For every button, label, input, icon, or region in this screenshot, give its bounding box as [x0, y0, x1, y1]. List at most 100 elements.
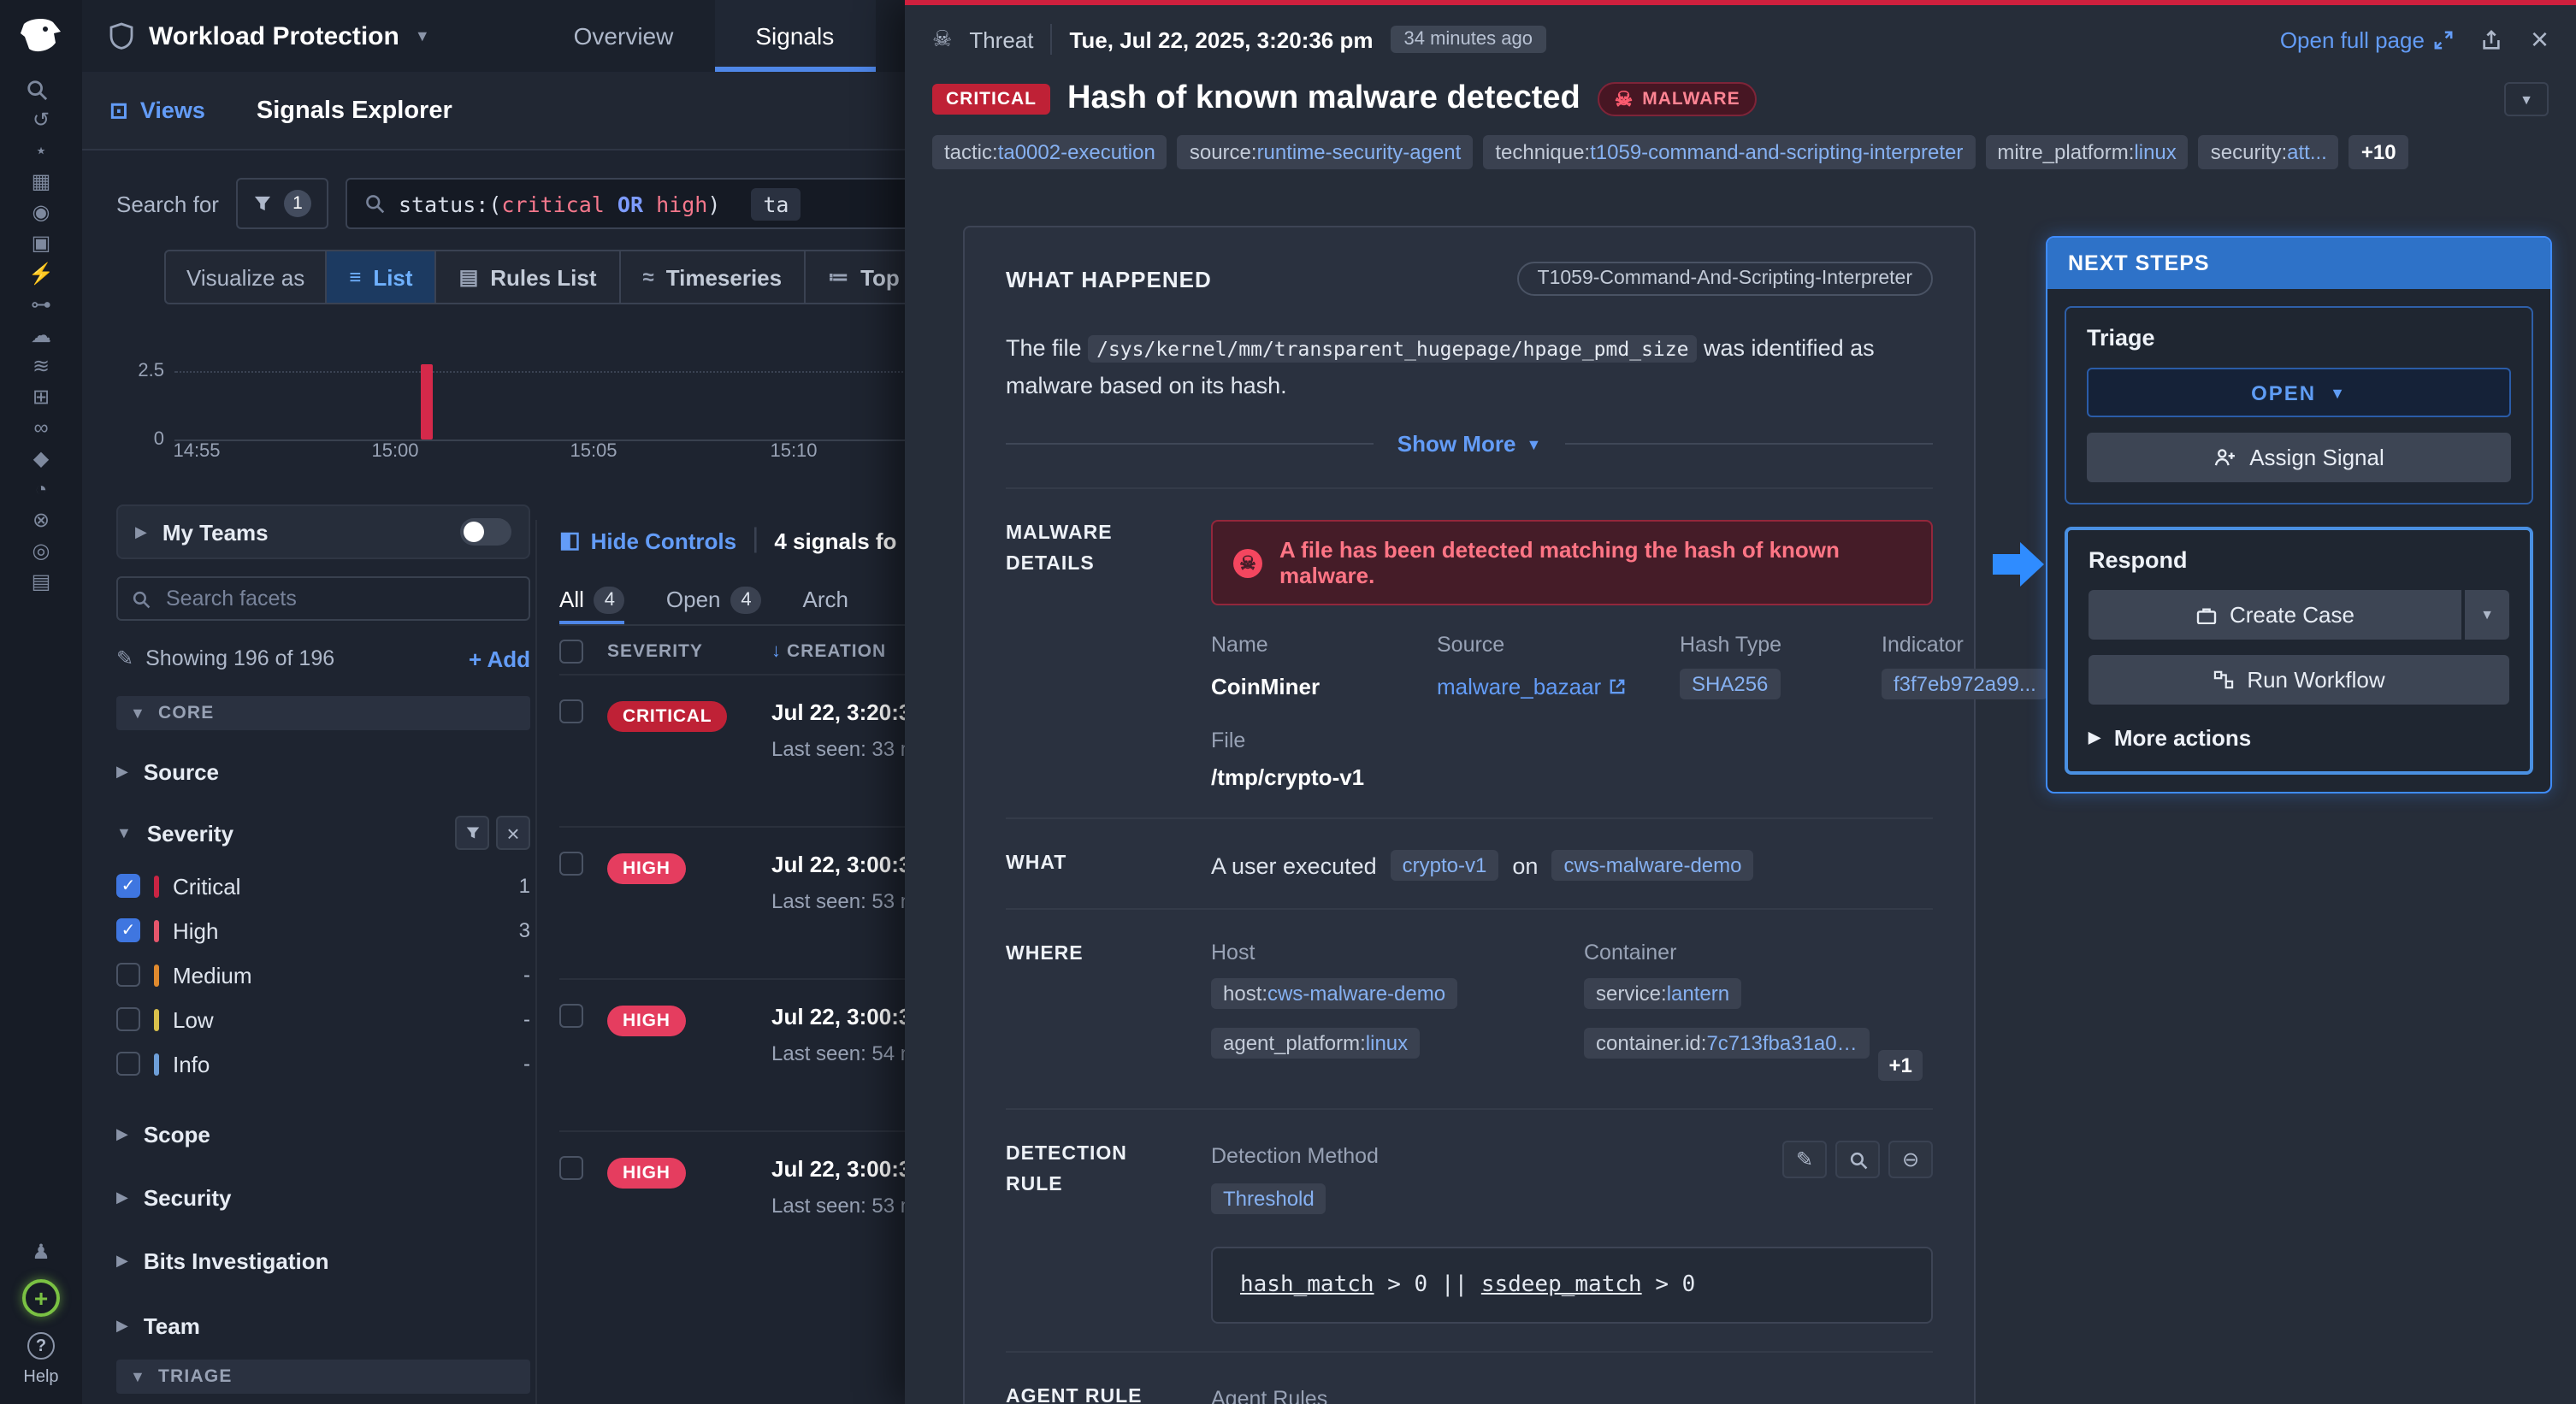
add-new-icon[interactable]: +: [22, 1279, 60, 1317]
infrastructure-icon[interactable]: ☁: [26, 325, 56, 347]
tab-overview[interactable]: Overview: [533, 0, 715, 72]
containers-icon[interactable]: ▤: [26, 571, 56, 593]
container-id-tag[interactable]: container.id:7c713fba31a0b...: [1584, 1028, 1870, 1059]
profiling-icon[interactable]: ◎: [26, 540, 56, 563]
create-case-button[interactable]: Create Case: [2089, 590, 2461, 640]
tab-open[interactable]: Open 4: [666, 575, 762, 624]
row-checkbox[interactable]: [559, 852, 583, 876]
error-tracking-icon[interactable]: ⊗: [26, 510, 56, 532]
more-tags-badge[interactable]: +1: [1879, 1050, 1923, 1081]
detection-method-pill[interactable]: Threshold: [1211, 1183, 1326, 1214]
tag[interactable]: mitre_platform:linux: [1985, 135, 2188, 169]
dashboards-icon[interactable]: ▦: [26, 171, 56, 193]
hash-type-pill[interactable]: SHA256: [1680, 669, 1780, 699]
tags-overflow-badge[interactable]: +10: [2349, 135, 2408, 169]
create-case-dropdown[interactable]: ▼: [2465, 590, 2509, 640]
copilot-icon[interactable]: ⋆: [26, 140, 56, 162]
actions-icon[interactable]: ⚡: [26, 263, 56, 286]
facet-severity[interactable]: ▼ Severity ×: [116, 812, 530, 853]
host-pill[interactable]: cws-malware-demo: [1551, 850, 1753, 881]
facet-group-triage[interactable]: ▼ TRIAGE: [116, 1360, 530, 1394]
tag[interactable]: tactic:ta0002-execution: [932, 135, 1167, 169]
open-full-page-link[interactable]: Open full page: [2280, 27, 2454, 52]
add-facet-button[interactable]: + Add: [469, 646, 530, 671]
severity-option-medium[interactable]: Medium -: [116, 953, 530, 997]
account-icon[interactable]: ♟: [26, 1242, 56, 1264]
checkbox-checked[interactable]: ✓: [116, 874, 140, 898]
visualize-timeseries-button[interactable]: ≈ Timeseries: [619, 251, 805, 303]
process-pill[interactable]: crypto-v1: [1391, 850, 1499, 881]
help-icon[interactable]: ?: [27, 1332, 55, 1360]
datadog-logo[interactable]: [17, 14, 65, 58]
severity-option-high[interactable]: ✓ High 3: [116, 908, 530, 953]
edit-rule-icon[interactable]: ✎: [1782, 1141, 1827, 1178]
product-switcher[interactable]: Workload Protection ▼: [109, 21, 430, 50]
facet-group-core[interactable]: ▼ CORE: [116, 696, 530, 730]
run-workflow-button[interactable]: Run Workflow: [2089, 655, 2509, 705]
query-next-token[interactable]: ta: [751, 187, 801, 220]
synthetics-icon[interactable]: ◔: [26, 479, 56, 501]
tab-signals[interactable]: Signals: [714, 0, 875, 72]
facet-search-input[interactable]: [162, 585, 515, 612]
checkbox-unchecked[interactable]: [116, 963, 140, 987]
column-severity[interactable]: SEVERITY: [607, 641, 747, 662]
severity-option-low[interactable]: Low -: [116, 997, 530, 1041]
my-teams-toggle[interactable]: [460, 518, 511, 546]
row-checkbox[interactable]: [559, 1156, 583, 1180]
my-teams-row[interactable]: ▶ My Teams: [116, 504, 530, 559]
facet-team[interactable]: ▶ Team: [116, 1305, 530, 1346]
facet-security[interactable]: ▶ Security: [116, 1177, 530, 1218]
filter-button[interactable]: 1: [236, 178, 328, 229]
facet-scope[interactable]: ▶ Scope: [116, 1113, 530, 1154]
agent-platform-tag[interactable]: agent_platform:linux: [1211, 1028, 1420, 1059]
checkbox-unchecked[interactable]: [116, 1052, 140, 1076]
facet-clear-icon[interactable]: ×: [496, 816, 530, 850]
facet-bits-investigation[interactable]: ▶ Bits Investigation: [116, 1240, 530, 1281]
watchdog-icon[interactable]: ◉: [26, 202, 56, 224]
tab-all[interactable]: All 4: [559, 575, 625, 624]
service-tag[interactable]: service:lantern: [1584, 978, 1741, 1009]
share-icon[interactable]: [2481, 28, 2503, 50]
row-checkbox[interactable]: [559, 1004, 583, 1028]
facet-filter-icon[interactable]: [455, 816, 489, 850]
technique-pill[interactable]: T1059-Command-And-Scripting-Interpreter: [1517, 262, 1933, 296]
logs-icon[interactable]: ≋: [26, 356, 56, 378]
service-management-icon[interactable]: ⊶: [26, 294, 56, 316]
hide-controls-button[interactable]: ◧ Hide Controls: [559, 527, 736, 554]
signals-timeline-chart[interactable]: 2.5 0 14:55 15:00 15:05 15:10: [130, 328, 934, 472]
checkbox-checked[interactable]: ✓: [116, 918, 140, 942]
tag[interactable]: security:att...: [2199, 135, 2339, 169]
checkbox-unchecked[interactable]: [116, 1007, 140, 1031]
select-all-checkbox[interactable]: [559, 640, 583, 664]
ci-cd-icon[interactable]: ∞: [26, 417, 56, 439]
severity-option-info[interactable]: Info -: [116, 1041, 530, 1086]
search-rule-icon[interactable]: [1835, 1141, 1880, 1178]
assign-signal-button[interactable]: Assign Signal: [2087, 433, 2511, 482]
title-dropdown-button[interactable]: ▼: [2504, 82, 2549, 116]
visualize-rules-list-button[interactable]: ▤ Rules List: [435, 251, 619, 303]
history-icon[interactable]: ↺: [26, 109, 56, 132]
indicator-pill[interactable]: f3f7eb972a99...: [1882, 669, 2048, 699]
tag[interactable]: source:runtime-security-agent: [1178, 135, 1474, 169]
more-actions-button[interactable]: ▶ More actions: [2089, 725, 2509, 751]
tab-archived[interactable]: Arch: [803, 575, 848, 624]
host-tag[interactable]: host:cws-malware-demo: [1211, 978, 1457, 1009]
views-button[interactable]: ⊡ Views: [109, 97, 205, 124]
row-checkbox[interactable]: [559, 699, 583, 723]
severity-option-critical[interactable]: ✓ Critical 1: [116, 864, 530, 908]
status-open-dropdown[interactable]: OPEN ▼: [2087, 368, 2511, 417]
help-label[interactable]: Help: [23, 1368, 58, 1387]
show-more-button[interactable]: Show More ▼: [1397, 431, 1542, 457]
visualize-list-button[interactable]: ≡ List: [325, 251, 434, 303]
disable-rule-icon[interactable]: ⊖: [1888, 1141, 1933, 1178]
security-icon[interactable]: ◆: [26, 448, 56, 470]
column-creation[interactable]: ↓CREATION: [771, 641, 886, 662]
search-icon[interactable]: [26, 79, 56, 101]
notebooks-icon[interactable]: ▣: [26, 233, 56, 255]
facet-source[interactable]: ▶ Source: [116, 751, 530, 792]
close-icon[interactable]: ×: [2531, 24, 2549, 55]
tag[interactable]: technique:t1059-command-and-scripting-in…: [1483, 135, 1975, 169]
edit-facets-icon[interactable]: ✎: [116, 646, 133, 670]
signal-count-bar[interactable]: [421, 364, 433, 439]
malware-source-link[interactable]: malware_bazaar: [1437, 674, 1663, 699]
